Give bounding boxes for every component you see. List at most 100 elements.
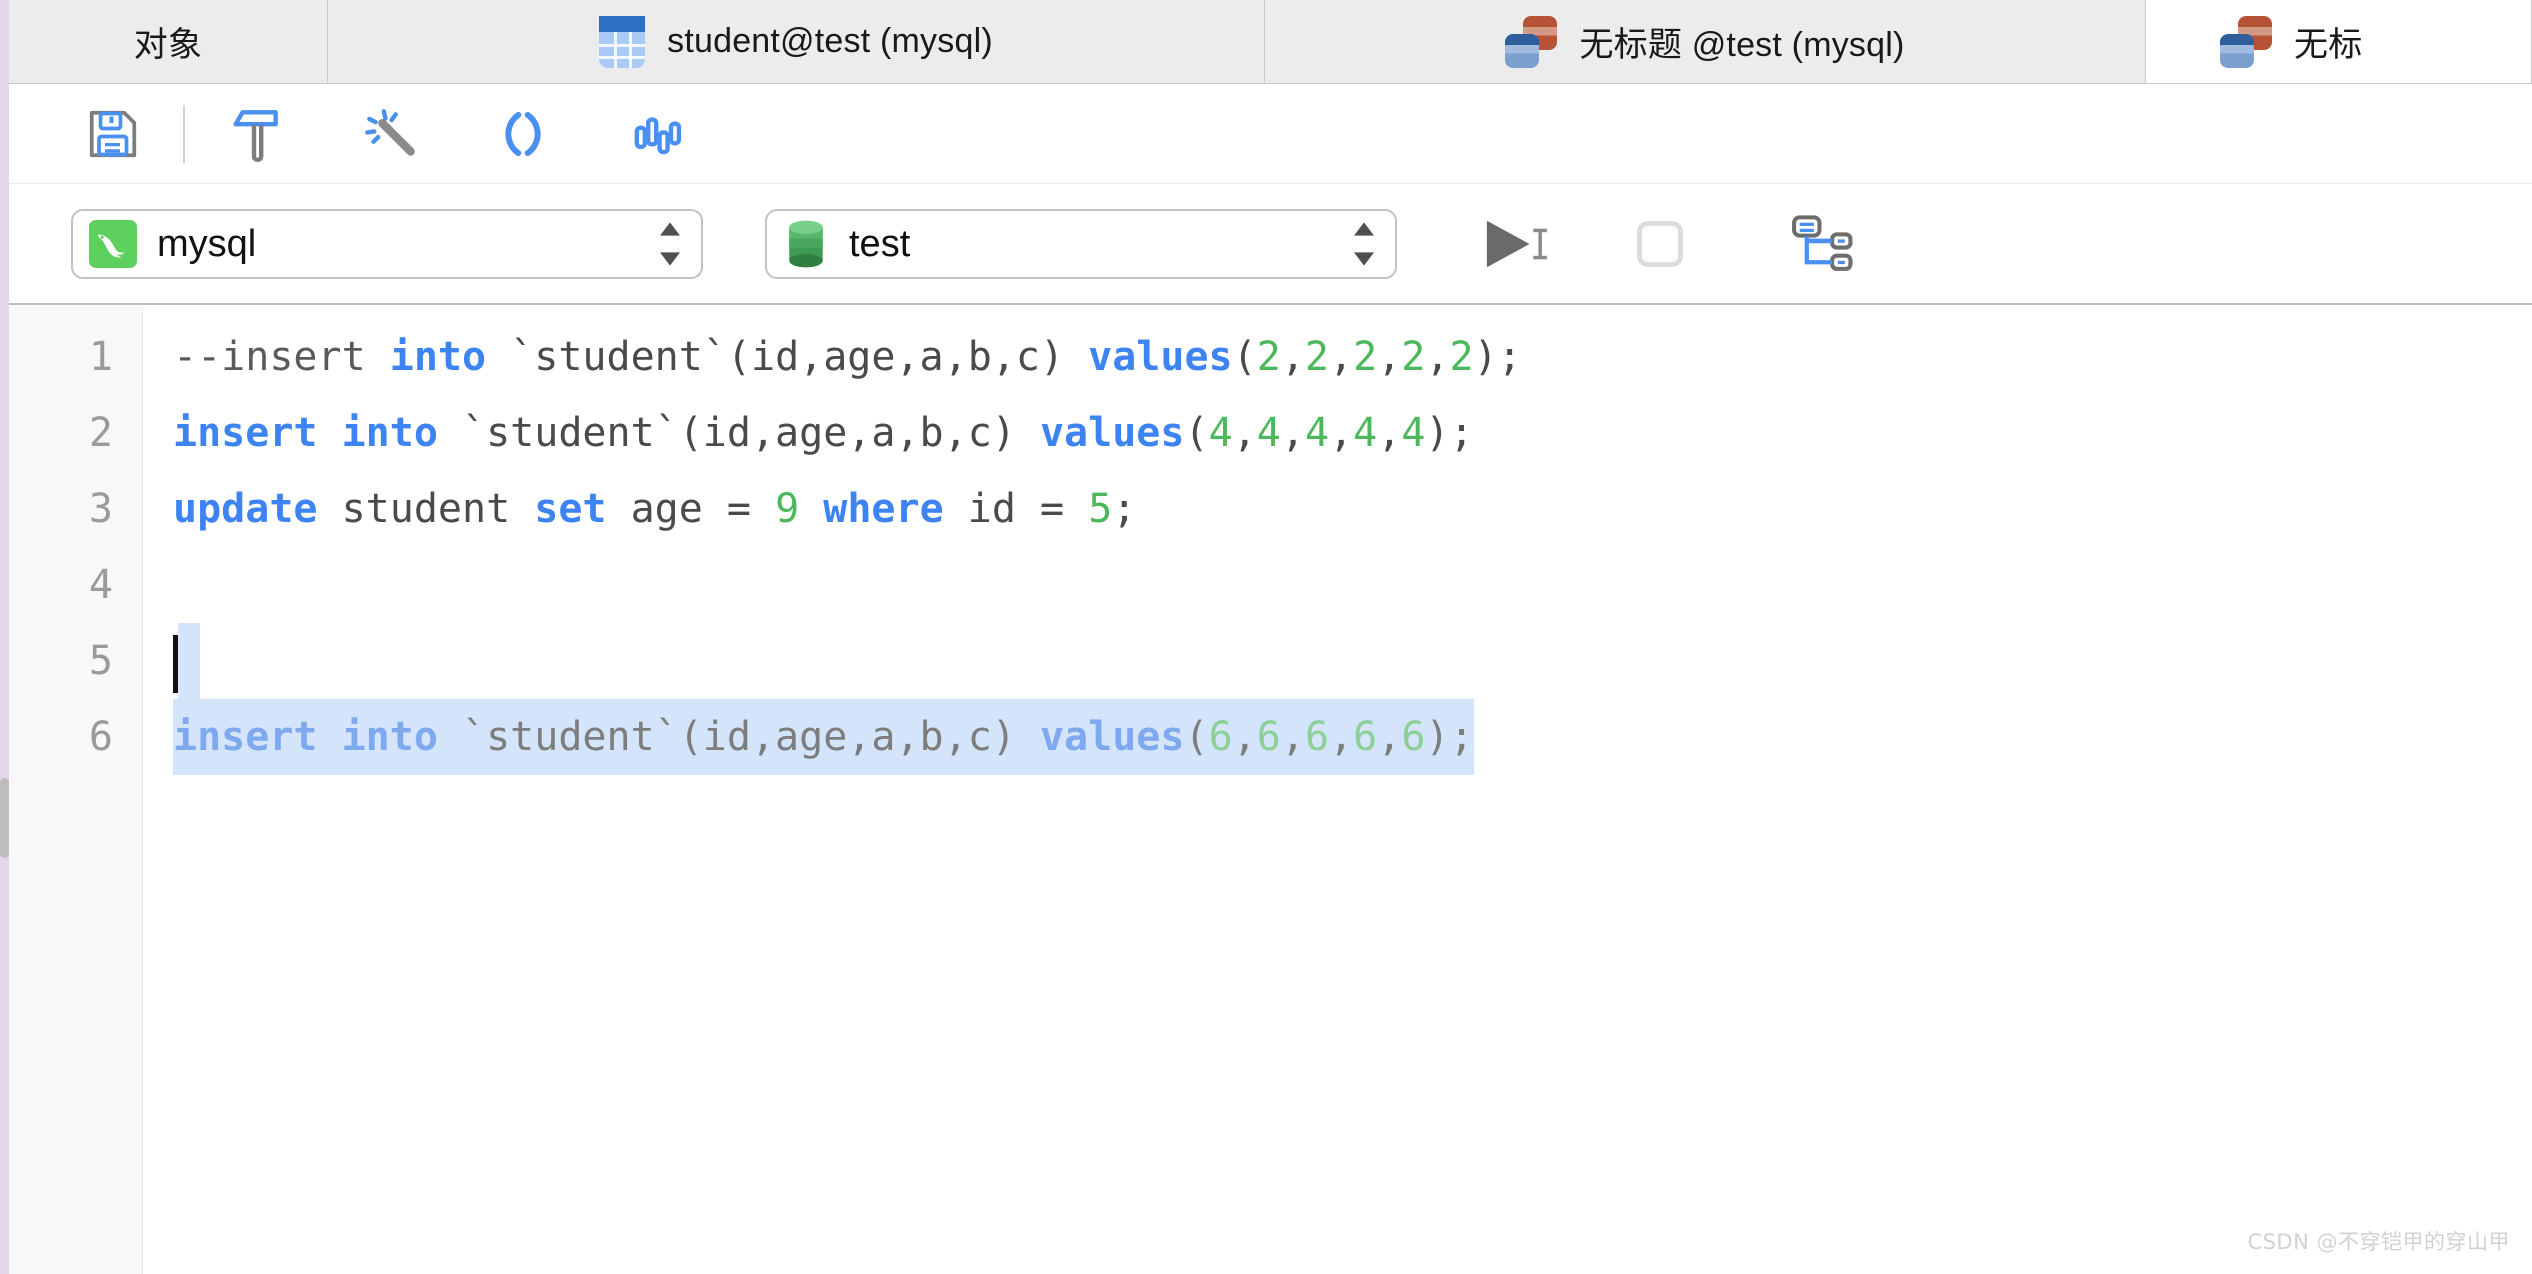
token-num: 6 bbox=[1353, 714, 1377, 760]
token-num: 2 bbox=[1401, 334, 1425, 380]
explain-profile-button[interactable] bbox=[611, 96, 703, 172]
play-icon bbox=[1475, 213, 1553, 275]
token-plain: ( bbox=[1184, 410, 1208, 456]
line-number: 2 bbox=[9, 395, 142, 471]
line-text: update student set age = 9 where id = 5; bbox=[173, 486, 1136, 532]
build-query-button[interactable] bbox=[209, 96, 301, 172]
parentheses-icon bbox=[492, 103, 554, 165]
stop-button[interactable] bbox=[1605, 202, 1715, 286]
token-kw: values bbox=[1040, 714, 1185, 760]
tab-untitled-1-label: 无标题 @test (mysql) bbox=[1579, 17, 1904, 66]
database-cylinder-icon bbox=[783, 218, 829, 270]
window-left-edge bbox=[0, 0, 9, 1274]
vertical-scrollbar-thumb[interactable] bbox=[0, 778, 9, 858]
mysql-dolphin-icon bbox=[89, 220, 137, 268]
token-num: 4 bbox=[1353, 410, 1377, 456]
token-plain: ); bbox=[1425, 714, 1473, 760]
save-icon bbox=[83, 104, 143, 164]
bar-chart-icon bbox=[626, 103, 688, 165]
token-plain: ); bbox=[1425, 410, 1473, 456]
token-plain: , bbox=[1233, 410, 1257, 456]
code-line[interactable]: insert into `student`(id,age,a,b,c) valu… bbox=[143, 395, 2532, 471]
token-plain: , bbox=[1281, 714, 1305, 760]
editor-toolbar bbox=[9, 85, 2532, 184]
token-kw: values bbox=[1088, 334, 1233, 380]
code-line[interactable]: --insert into `student`(id,age,a,b,c) va… bbox=[143, 319, 2532, 395]
selected-text: insert into `student`(id,age,a,b,c) valu… bbox=[173, 699, 1474, 775]
line-number: 6 bbox=[9, 699, 142, 775]
magic-wand-icon bbox=[358, 103, 420, 165]
tab-student-label: student@test (mysql) bbox=[667, 22, 993, 61]
token-kw: values bbox=[1040, 410, 1185, 456]
token-num: 2 bbox=[1305, 334, 1329, 380]
line-number: 1 bbox=[9, 319, 142, 395]
code-line[interactable] bbox=[143, 623, 2532, 699]
tab-untitled-2-active[interactable]: 无标 bbox=[2146, 0, 2532, 83]
token-plain: ; bbox=[1112, 486, 1136, 532]
table-icon bbox=[599, 16, 645, 68]
token-num: 6 bbox=[1305, 714, 1329, 760]
hammer-icon bbox=[224, 103, 286, 165]
token-plain bbox=[799, 486, 823, 532]
code-line[interactable]: update student set age = 9 where id = 5; bbox=[143, 471, 2532, 547]
token-num: 4 bbox=[1401, 410, 1425, 456]
token-plain: `student`(id,age,a,b,c) bbox=[438, 714, 1040, 760]
connection-bar: mysql test bbox=[9, 185, 2532, 305]
token-num: 6 bbox=[1209, 714, 1233, 760]
code-line[interactable]: insert into `student`(id,age,a,b,c) valu… bbox=[143, 699, 2532, 775]
token-num: 4 bbox=[1209, 410, 1233, 456]
tab-bar: 对象 student@test (mysql) 无标题 @test (mysql… bbox=[9, 0, 2532, 84]
token-plain: , bbox=[1329, 334, 1353, 380]
tab-untitled-2-label: 无标 bbox=[2294, 17, 2362, 66]
token-cmt: --insert bbox=[173, 334, 390, 380]
token-num: 6 bbox=[1401, 714, 1425, 760]
format-sql-button[interactable] bbox=[343, 96, 435, 172]
selection-highlight bbox=[178, 623, 200, 699]
token-plain: id = bbox=[944, 486, 1089, 532]
tab-objects-label: 对象 bbox=[134, 17, 202, 66]
token-kw: insert into bbox=[173, 714, 438, 760]
token-plain: , bbox=[1281, 410, 1305, 456]
database-stepper-icon[interactable] bbox=[1347, 217, 1381, 271]
execution-plan-button[interactable] bbox=[1767, 202, 1877, 286]
token-plain: ); bbox=[1474, 334, 1522, 380]
token-num: 9 bbox=[775, 486, 799, 532]
line-number: 3 bbox=[9, 471, 142, 547]
token-plain: age = bbox=[607, 486, 776, 532]
save-button[interactable] bbox=[67, 96, 159, 172]
token-num: 5 bbox=[1088, 486, 1112, 532]
tab-student-table[interactable]: student@test (mysql) bbox=[328, 0, 1265, 83]
query-console-icon bbox=[2220, 16, 2272, 68]
server-select[interactable]: mysql bbox=[71, 209, 703, 279]
token-plain: , bbox=[1377, 714, 1401, 760]
token-plain: , bbox=[1329, 714, 1353, 760]
token-plain: , bbox=[1233, 714, 1257, 760]
token-kw: set bbox=[534, 486, 606, 532]
tab-objects[interactable]: 对象 bbox=[9, 0, 328, 83]
database-select-value: test bbox=[849, 223, 1327, 266]
server-select-value: mysql bbox=[157, 223, 633, 266]
token-plain: ( bbox=[1184, 714, 1208, 760]
sql-editor[interactable]: 123456 --insert into `student`(id,age,a,… bbox=[9, 307, 2532, 1274]
token-num: 4 bbox=[1305, 410, 1329, 456]
toolbar-separator bbox=[183, 105, 185, 163]
database-select[interactable]: test bbox=[765, 209, 1397, 279]
run-selected-button[interactable] bbox=[1459, 202, 1569, 286]
line-text: insert into `student`(id,age,a,b,c) valu… bbox=[173, 410, 1474, 456]
token-num: 2 bbox=[1449, 334, 1473, 380]
line-number-gutter: 123456 bbox=[9, 307, 143, 1274]
server-stepper-icon[interactable] bbox=[653, 217, 687, 271]
token-kw: into bbox=[390, 334, 486, 380]
line-number: 5 bbox=[9, 623, 142, 699]
code-line[interactable] bbox=[143, 547, 2532, 623]
token-kw: update bbox=[173, 486, 318, 532]
tab-untitled-1[interactable]: 无标题 @test (mysql) bbox=[1265, 0, 2146, 83]
parentheses-button[interactable] bbox=[477, 96, 569, 172]
token-plain: , bbox=[1377, 334, 1401, 380]
token-plain: , bbox=[1377, 410, 1401, 456]
code-area[interactable]: --insert into `student`(id,age,a,b,c) va… bbox=[143, 307, 2532, 1274]
token-kw: insert into bbox=[173, 410, 438, 456]
line-number: 4 bbox=[9, 547, 142, 623]
token-num: 4 bbox=[1257, 410, 1281, 456]
token-plain: `student`(id,age,a,b,c) bbox=[438, 410, 1040, 456]
